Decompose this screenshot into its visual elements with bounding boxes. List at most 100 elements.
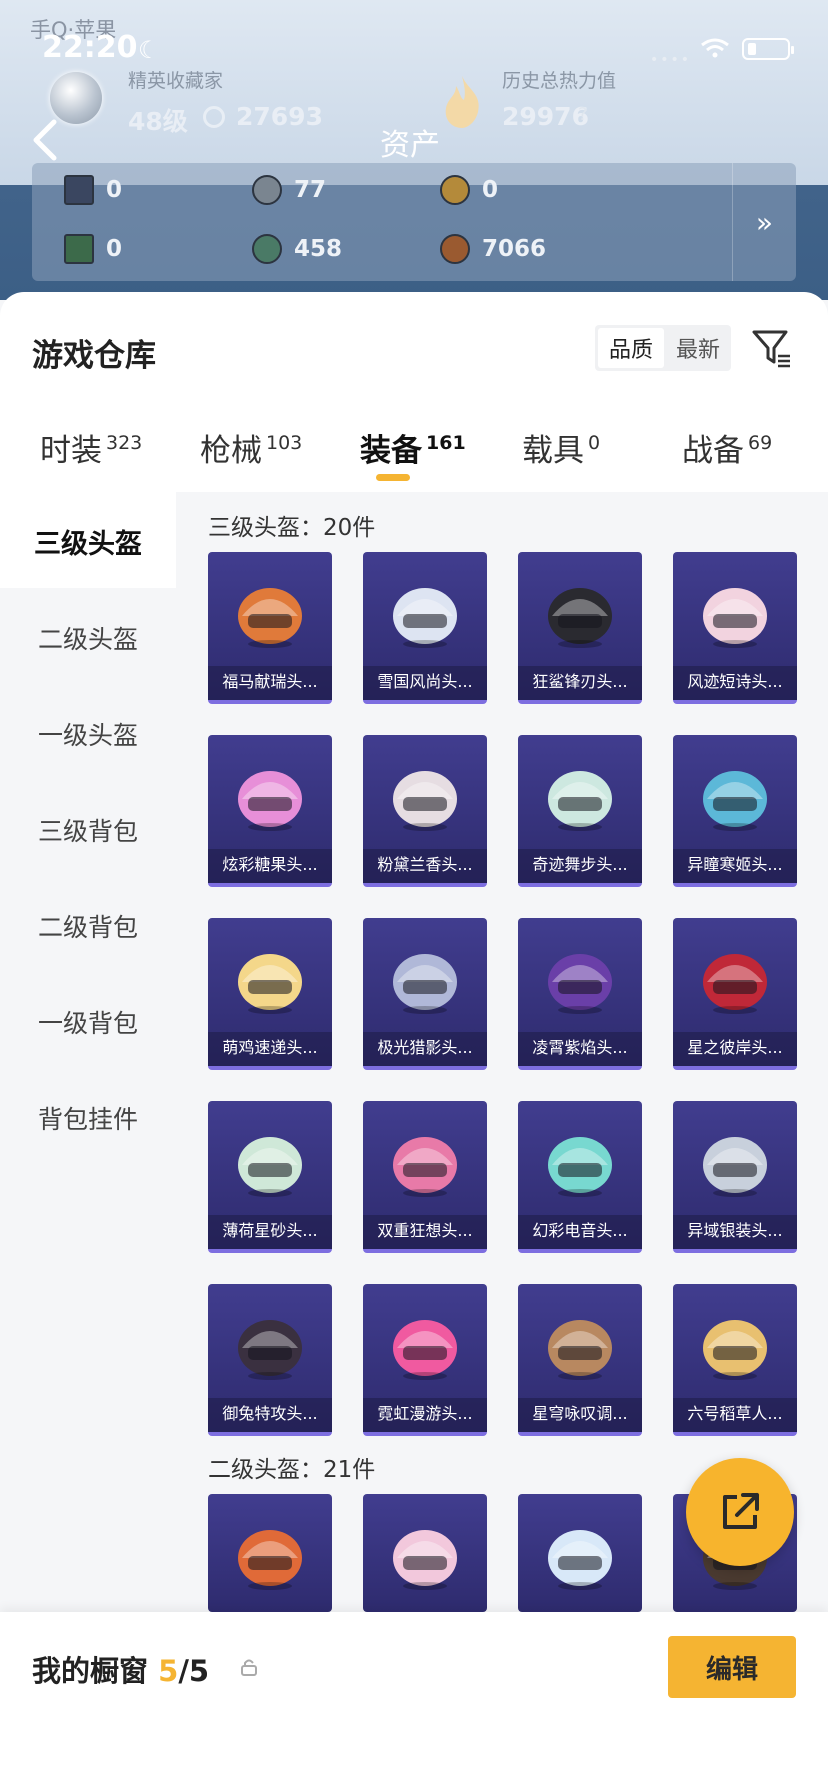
item-card[interactable]: 星之彼岸头... <box>673 918 797 1070</box>
tab-weapons[interactable]: 枪械 103 <box>200 425 302 470</box>
collector-medal-icon <box>50 72 102 124</box>
item-name: 星之彼岸头... <box>673 1032 797 1066</box>
wifi-icon <box>701 38 729 58</box>
gem-icon <box>252 234 282 264</box>
item-card[interactable]: 御兔特攻头... <box>208 1284 332 1436</box>
item-card[interactable] <box>363 1494 487 1612</box>
item-card[interactable]: 风迹短诗头... <box>673 552 797 704</box>
helmet-icon <box>393 954 457 1014</box>
helmet-icon <box>393 588 457 648</box>
helmet-icon <box>548 1320 612 1380</box>
share-icon <box>723 1493 759 1529</box>
item-name: 薄荷星砂头... <box>208 1215 332 1249</box>
helmet-icon <box>548 771 612 831</box>
category-backpack-charm[interactable]: 背包挂件 <box>0 1100 176 1136</box>
edit-button[interactable]: 编辑 <box>668 1636 796 1698</box>
helmet-icon <box>238 588 302 648</box>
item-card[interactable]: 幻彩电音头... <box>518 1101 642 1253</box>
item-name: 炫彩糖果头... <box>208 849 332 883</box>
item-card[interactable]: 霓虹漫游头... <box>363 1284 487 1436</box>
bronze-coin-icon <box>440 234 470 264</box>
category-lvl1-helmet[interactable]: 一级头盔 <box>0 716 176 752</box>
sort-newest-button[interactable]: 最新 <box>667 328 729 368</box>
item-card[interactable]: 炫彩糖果头... <box>208 735 332 887</box>
item-card[interactable]: 六号稻草人... <box>673 1284 797 1436</box>
heat-title: 历史总热力值 <box>502 70 617 92</box>
assets-more-button[interactable]: » <box>732 163 796 281</box>
category-lvl3-helmet[interactable]: 三级头盔 <box>0 522 176 561</box>
item-card[interactable]: 薄荷星砂头... <box>208 1101 332 1253</box>
showcase-total: /5 <box>178 1654 210 1688</box>
item-card[interactable] <box>208 1494 332 1612</box>
asset-value: 7066 <box>482 236 547 262</box>
item-name: 异瞳寒姬头... <box>673 849 797 883</box>
item-name: 双重狂想头... <box>363 1215 487 1249</box>
share-button[interactable] <box>686 1458 794 1566</box>
item-card[interactable]: 萌鸡速递头... <box>208 918 332 1070</box>
asset-item: 0 <box>64 234 122 264</box>
asset-value: 0 <box>482 177 499 203</box>
warehouse-title: 游戏仓库 <box>32 338 156 374</box>
item-card[interactable]: 狂鲨锋刃头... <box>518 552 642 704</box>
helmet-icon <box>238 1137 302 1197</box>
tab-label: 枪械 <box>200 433 262 469</box>
item-name: 六号稻草人... <box>673 1398 797 1432</box>
item-card[interactable]: 异瞳寒姬头... <box>673 735 797 887</box>
item-card[interactable]: 极光猎影头... <box>363 918 487 1070</box>
tab-fashion[interactable]: 时装 323 <box>40 425 142 470</box>
item-name: 凌霄紫焰头... <box>518 1032 642 1066</box>
asset-item: 77 <box>252 175 326 205</box>
helmet-icon <box>703 588 767 648</box>
item-name: 异域银装头... <box>673 1215 797 1249</box>
item-card[interactable]: 福马献瑞头... <box>208 552 332 704</box>
category-lvl1-backpack[interactable]: 一级背包 <box>0 1004 176 1040</box>
section-header: 二级头盔：21件 <box>208 1457 376 1483</box>
battery-icon <box>742 38 794 60</box>
tab-label: 装备 <box>360 433 422 469</box>
item-card[interactable]: 雪国风尚头... <box>363 552 487 704</box>
asset-value: 77 <box>294 177 327 203</box>
status-bar: 手Q·苹果 22:20 ☾ •••• <box>0 0 828 68</box>
category-lvl3-backpack[interactable]: 三级背包 <box>0 812 176 848</box>
tab-label: 载具 <box>522 433 584 469</box>
helmet-icon <box>548 954 612 1014</box>
gold-coin-icon <box>440 175 470 205</box>
item-card[interactable]: 粉黛兰香头... <box>363 735 487 887</box>
helmet-icon <box>393 1530 457 1590</box>
item-card[interactable] <box>518 1494 642 1612</box>
filter-icon[interactable] <box>750 326 794 370</box>
helmet-icon <box>393 771 457 831</box>
tab-label: 战备 <box>682 433 744 469</box>
category-lvl2-backpack[interactable]: 二级背包 <box>0 908 176 944</box>
showcase-label: 我的橱窗 5/5 <box>32 1648 209 1690</box>
silver-coin-icon <box>252 175 282 205</box>
heat-help-icon[interactable]: ? <box>578 104 588 125</box>
sort-quality-button[interactable]: 品质 <box>598 328 664 368</box>
page-title: 资产 <box>380 128 440 163</box>
helmet-icon <box>703 1137 767 1197</box>
item-card[interactable]: 星穹咏叹调... <box>518 1284 642 1436</box>
item-name: 风迹短诗头... <box>673 666 797 700</box>
tab-equipment[interactable]: 装备 161 <box>360 425 466 470</box>
tab-count: 69 <box>748 432 773 454</box>
category-sidebar <box>0 492 176 1612</box>
tab-supplies[interactable]: 战备 69 <box>682 425 772 470</box>
item-name: 雪国风尚头... <box>363 666 487 700</box>
item-name: 萌鸡速递头... <box>208 1032 332 1066</box>
tab-vehicles[interactable]: 载具 0 <box>522 425 600 470</box>
tab-label: 时装 <box>40 433 102 469</box>
item-card[interactable]: 异域银装头... <box>673 1101 797 1253</box>
helmet-icon <box>238 1530 302 1590</box>
helmet-icon <box>703 771 767 831</box>
tab-count: 0 <box>588 432 601 454</box>
category-lvl2-helmet[interactable]: 二级头盔 <box>0 620 176 656</box>
moon-icon: ☾ <box>138 36 160 64</box>
item-card[interactable]: 奇迹舞步头... <box>518 735 642 887</box>
points-value: 27693 <box>236 102 323 131</box>
assets-panel <box>32 163 796 281</box>
item-card[interactable]: 凌霄紫焰头... <box>518 918 642 1070</box>
asset-item: 0 <box>64 175 122 205</box>
item-name: 星穹咏叹调... <box>518 1398 642 1432</box>
item-card[interactable]: 双重狂想头... <box>363 1101 487 1253</box>
back-arrow-icon[interactable] <box>30 118 60 162</box>
